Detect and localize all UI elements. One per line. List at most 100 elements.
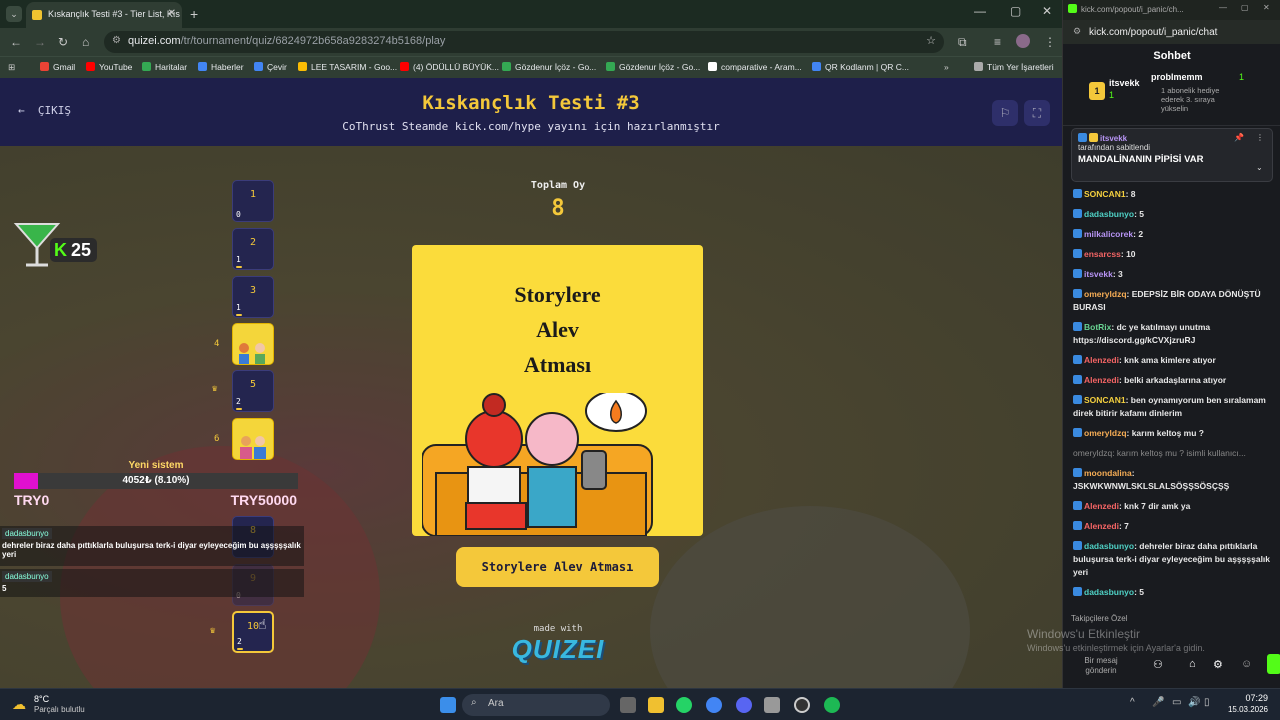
menu-icon[interactable]: ⋮ <box>1044 35 1056 49</box>
chat-input[interactable]: Bir mesaj gönderin <box>1077 656 1125 676</box>
bookmark-comparative[interactable]: comparative - Aram... <box>708 62 802 72</box>
mic-icon[interactable]: 🎤 <box>1152 697 1164 708</box>
fullscreen-button[interactable]: ⛶ <box>1024 100 1050 126</box>
bookmark-odullu[interactable]: (4) ÖDÜLLÜ BÜYÜK... <box>400 62 499 72</box>
chat-username[interactable]: itsvekk <box>1084 269 1113 279</box>
pin-icon[interactable]: 📌 <box>1234 133 1244 142</box>
minimize-icon[interactable]: — <box>974 4 986 18</box>
badge-icon <box>1073 587 1082 596</box>
emote-icon[interactable]: ☺ <box>1241 658 1252 670</box>
progress-text: 4052₺ (8.10%) <box>122 475 190 486</box>
clock-time[interactable]: 07:29 <box>1228 693 1268 703</box>
chat-message: milkalicorek: 2 <box>1073 228 1275 241</box>
bookmark-star-icon[interactable]: ☆ <box>926 34 936 47</box>
tier-slot-1[interactable]: 10 <box>232 180 274 222</box>
battery-icon[interactable]: ▯ <box>1204 697 1210 708</box>
weather-icon[interactable]: ☁ <box>12 696 26 713</box>
chat-username[interactable]: moondalina <box>1084 468 1132 478</box>
chat-username[interactable]: omeryldzq <box>1084 289 1127 299</box>
bookmark-lee[interactable]: LEE TASARIM - Goo... <box>298 62 397 72</box>
new-tab-icon[interactable]: + <box>190 6 198 22</box>
report-flag-button[interactable]: ⚐ <box>992 100 1018 126</box>
media-icon[interactable]: ≡ <box>994 35 1001 49</box>
close-window-icon[interactable]: ✕ <box>1263 3 1270 12</box>
popout-url-bar[interactable]: ⚙ kick.com/popout/i_panic/chat <box>1063 20 1280 44</box>
site-info-icon: ⚙ <box>1073 26 1082 36</box>
close-tab-icon[interactable]: ✕ <box>168 8 176 19</box>
back-icon[interactable]: ← <box>10 35 22 49</box>
more-options-icon[interactable]: ⋮ <box>1256 133 1264 142</box>
apps-icon[interactable]: ⊞ <box>8 62 15 73</box>
chat-username[interactable]: milkalicorek <box>1084 229 1133 239</box>
forward-icon[interactable]: → <box>34 35 46 49</box>
tier-slot-4-image[interactable] <box>232 323 274 365</box>
badge-icon <box>1073 395 1082 404</box>
bookmark-news[interactable]: Haberler <box>198 62 244 72</box>
chat-username[interactable]: SONCAN1 <box>1084 189 1126 199</box>
bookmark-translate[interactable]: Çevir <box>254 62 287 72</box>
tier-slot-6-image[interactable] <box>232 418 274 460</box>
home-icon[interactable]: ⌂ <box>82 35 89 49</box>
maximize-icon[interactable]: ▢ <box>1241 3 1249 12</box>
tab-search-button[interactable]: ⌄ <box>6 6 22 22</box>
chat-username[interactable]: Alenzedi <box>1084 375 1119 385</box>
steam-icon[interactable] <box>794 697 810 713</box>
site-info-icon[interactable]: ⚙ <box>112 35 121 46</box>
chrome-icon[interactable] <box>706 697 722 713</box>
tier-slot-3[interactable]: 31 <box>232 276 274 318</box>
close-window-icon[interactable]: ✕ <box>1042 4 1052 18</box>
chat-text: : 3 <box>1112 269 1123 279</box>
taskbar-search[interactable]: ⌕ Ara <box>462 694 610 716</box>
bookmark-youtube[interactable]: YouTube <box>86 62 132 72</box>
settings-icon[interactable]: ⚙ <box>1213 658 1223 671</box>
tier-slot-10[interactable]: 10 2 <box>232 611 274 653</box>
tier-slot-5[interactable]: 52 <box>232 370 274 412</box>
chat-username[interactable]: dadasbunyo <box>1084 587 1134 597</box>
chat-username[interactable]: BotRix <box>1084 322 1111 332</box>
answer-option-button[interactable]: Storylere Alev Atması <box>456 547 659 587</box>
clock-date[interactable]: 15.03.2026 <box>1218 705 1268 714</box>
minimize-icon[interactable]: — <box>1219 3 1227 12</box>
start-menu-icon[interactable] <box>440 697 456 713</box>
all-bookmarks[interactable]: Tüm Yer İşaretleri <box>974 62 1054 72</box>
maximize-icon[interactable]: ▢ <box>1010 4 1021 18</box>
tray-chevron-icon[interactable]: ^ <box>1130 697 1135 708</box>
send-button[interactable] <box>1267 654 1280 674</box>
task-view-icon[interactable] <box>620 697 636 713</box>
chat-username[interactable]: Alenzedi <box>1084 355 1119 365</box>
bookmark-gozdenur-1[interactable]: Gözdenur İçöz - Go... <box>502 62 596 72</box>
store-icon[interactable]: ⌂ <box>1189 658 1196 670</box>
address-bar[interactable]: ⚙ quizei.com/tr/tournament/quiz/6824972b… <box>104 31 944 53</box>
option-card[interactable]: Storylere Alev Atması <box>412 245 703 536</box>
chat-username[interactable]: dadasbunyo <box>1084 209 1134 219</box>
whatsapp-icon[interactable] <box>676 697 692 713</box>
store-icon[interactable] <box>764 697 780 713</box>
chat-username[interactable]: Alenzedi <box>1084 521 1119 531</box>
bookmark-gmail[interactable]: Gmail <box>40 62 75 72</box>
people-icon[interactable]: ⚇ <box>1153 658 1163 671</box>
file-explorer-icon[interactable] <box>648 697 664 713</box>
network-icon[interactable]: ▭ <box>1172 697 1181 708</box>
bookmark-gozdenur-2[interactable]: Gözdenur İçöz - Go... <box>606 62 700 72</box>
chat-username[interactable]: dadasbunyo <box>1084 541 1134 551</box>
reload-icon[interactable]: ↻ <box>58 35 68 49</box>
chat-username[interactable]: ensarcss <box>1084 249 1121 259</box>
popout-titlebar: kick.com/popout/i_panic/ch... — ▢ ✕ <box>1063 0 1280 20</box>
chat-username[interactable]: SONCAN1 <box>1084 395 1126 405</box>
chevron-down-icon[interactable]: ⌄ <box>1256 163 1263 172</box>
bookmark-maps[interactable]: Haritalar <box>142 62 187 72</box>
volume-icon[interactable]: 🔊 <box>1188 697 1200 708</box>
pinned-message[interactable]: itsvekk 📌 ⋮ tarafından sabitlendi MANDAL… <box>1071 128 1273 182</box>
tier-slot-2[interactable]: 21 <box>232 228 274 270</box>
bookmarks-bar: ⊞ Gmail YouTube Haritalar Haberler Çevir… <box>0 56 1062 78</box>
profile-avatar[interactable] <box>1016 34 1030 48</box>
chat-username[interactable]: omeryldzq <box>1084 428 1127 438</box>
discord-icon[interactable] <box>736 697 752 713</box>
tab-active[interactable]: Kıskançlık Testi #3 - Tier List, Kıs ✕ <box>26 2 182 28</box>
quizei-logo[interactable]: QUIZEI <box>458 634 658 665</box>
spotify-icon[interactable] <box>824 697 840 713</box>
extensions-icon[interactable]: ⧉ <box>958 35 967 50</box>
bookmark-qr[interactable]: QR Kodlanm | QR C... <box>812 62 909 72</box>
more-bookmarks-icon[interactable]: » <box>944 62 949 72</box>
chat-username[interactable]: Alenzedi <box>1084 501 1119 511</box>
